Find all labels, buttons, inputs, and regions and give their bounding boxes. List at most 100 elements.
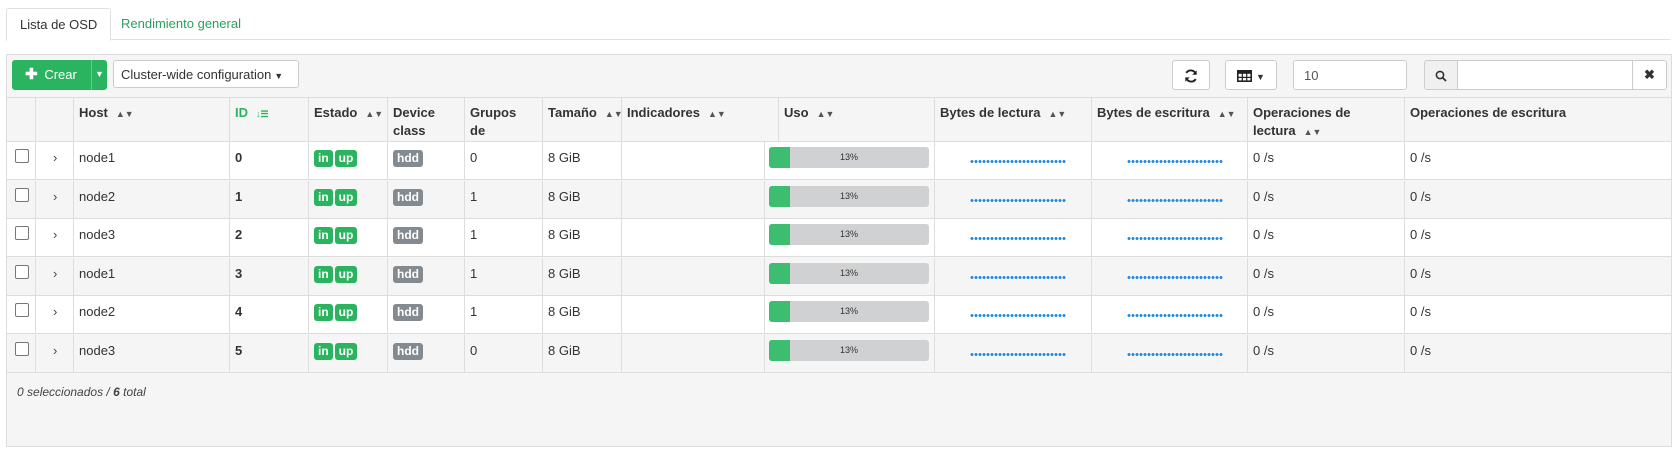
osd-table-panel: ✚ Crear ▼ Cluster-wide configuration ▼ ▼… bbox=[6, 54, 1672, 447]
cell-host: node2 bbox=[74, 296, 230, 334]
cell-pgs: 1 bbox=[465, 257, 543, 296]
cell-flags bbox=[622, 219, 765, 257]
cell-write-ops: 0 /s bbox=[1410, 227, 1431, 242]
columns-toggle-button[interactable]: ▼ bbox=[1225, 60, 1277, 90]
chevron-right-icon[interactable]: › bbox=[41, 150, 57, 165]
header-flags[interactable]: Indicadores ▲▼ bbox=[622, 98, 779, 143]
row-checkbox[interactable] bbox=[15, 341, 29, 356]
tab-osd-list[interactable]: Lista de OSD bbox=[6, 8, 112, 41]
cell-read-ops: 0 /s bbox=[1248, 219, 1405, 257]
table-row[interactable]: › node1 3 in up hdd 1 8 GiB 13% 0 /s 0 /s bbox=[7, 257, 1671, 296]
cell-usage: 13% bbox=[765, 180, 935, 219]
cell-read-ops: 0 /s bbox=[1248, 257, 1405, 296]
create-button-group: ✚ Crear ▼ bbox=[12, 60, 107, 90]
cell-usage: 13% bbox=[765, 257, 935, 296]
cell-usage: 13% bbox=[765, 219, 935, 257]
caret-down-icon: ▼ bbox=[95, 69, 104, 79]
row-checkbox[interactable] bbox=[15, 226, 29, 240]
usage-progress-label: 13% bbox=[839, 306, 858, 316]
cell-size: 8 GiB bbox=[543, 296, 622, 334]
status-badge-up: up bbox=[334, 304, 358, 321]
usage-progress-bar: 13% bbox=[769, 147, 929, 168]
row-checkbox[interactable] bbox=[15, 303, 29, 317]
device-class-badge: hdd bbox=[393, 227, 423, 244]
refresh-icon bbox=[1185, 69, 1197, 83]
row-expand-cell: › bbox=[36, 142, 74, 180]
selected-label: seleccionados / bbox=[27, 385, 110, 399]
cell-host: node3 bbox=[74, 219, 230, 257]
status-badge-up: up bbox=[334, 342, 358, 360]
device-class-badge: hdd bbox=[393, 304, 423, 321]
cell-state: in up bbox=[309, 334, 388, 373]
cell-write-ops: 0 /s bbox=[1410, 304, 1431, 319]
read-bytes-sparkline bbox=[970, 275, 1066, 279]
write-bytes-sparkline bbox=[1127, 352, 1223, 356]
usage-progress-label: 13% bbox=[839, 267, 858, 278]
row-checkbox[interactable] bbox=[15, 187, 29, 202]
header-usage[interactable]: Uso ▲▼ bbox=[779, 98, 935, 143]
device-class-badge: hdd bbox=[393, 188, 423, 206]
cell-device-class: hdd bbox=[388, 296, 465, 334]
header-host[interactable]: Host ▲▼ bbox=[74, 98, 230, 143]
chevron-right-icon[interactable]: › bbox=[41, 343, 57, 358]
sort-icon: ▲▼ bbox=[707, 109, 726, 119]
search-input[interactable] bbox=[1457, 60, 1633, 90]
table-columns-icon bbox=[1237, 70, 1253, 83]
table-row[interactable]: › node3 5 in up hdd 0 8 GiB 13% 0 /s 0 /s bbox=[7, 334, 1671, 373]
status-badge-in: in bbox=[314, 188, 333, 206]
header-write-bytes[interactable]: Bytes de escritura ▲▼ bbox=[1092, 98, 1248, 143]
clear-search-button[interactable]: ✖ bbox=[1632, 60, 1667, 90]
cell-read-bytes bbox=[935, 257, 1092, 296]
cell-device-class: hdd bbox=[388, 142, 465, 180]
row-checkbox[interactable] bbox=[15, 264, 29, 279]
table-row[interactable]: › node2 4 in up hdd 1 8 GiB 13% 0 /s 0 /s bbox=[7, 296, 1671, 334]
create-button-label: Crear bbox=[44, 67, 77, 82]
table-row[interactable]: › node3 2 in up hdd 1 8 GiB 13% 0 /s 0 /s bbox=[7, 219, 1671, 257]
read-bytes-sparkline bbox=[970, 314, 1066, 317]
total-count: 6 bbox=[113, 385, 120, 399]
row-expand-cell: › bbox=[36, 334, 74, 373]
chevron-right-icon[interactable]: › bbox=[41, 304, 57, 319]
cell-id: 3 bbox=[230, 257, 309, 296]
create-dropdown-toggle[interactable]: ▼ bbox=[92, 60, 107, 90]
cell-write-ops: 0 /s bbox=[1410, 342, 1431, 358]
cell-usage: 13% bbox=[765, 334, 935, 373]
status-badge-in: in bbox=[314, 227, 333, 244]
table-row[interactable]: › node2 1 in up hdd 1 8 GiB 13% 0 /s 0 /s bbox=[7, 180, 1671, 219]
header-read-ops[interactable]: Operaciones de lectura ▲▼ bbox=[1248, 98, 1405, 143]
cell-flags bbox=[622, 296, 765, 334]
page-size-input[interactable] bbox=[1293, 60, 1407, 90]
header-id[interactable]: ID ↓☰ bbox=[230, 98, 309, 143]
table-row[interactable]: › node1 0 in up hdd 0 8 GiB 13% 0 /s 0 /s bbox=[7, 142, 1671, 180]
cell-usage: 13% bbox=[765, 296, 935, 334]
cell-write-bytes bbox=[1092, 180, 1248, 219]
header-size[interactable]: Tamaño ▲▼ bbox=[543, 98, 623, 143]
header-state[interactable]: Estado ▲▼ bbox=[309, 98, 388, 143]
header-device-class[interactable]: Device class▲▼ bbox=[388, 98, 465, 155]
cell-size: 8 GiB bbox=[543, 180, 622, 219]
chevron-right-icon[interactable]: › bbox=[41, 189, 57, 204]
create-button[interactable]: ✚ Crear bbox=[12, 60, 90, 90]
sort-icon: ▲▼ bbox=[1048, 109, 1067, 119]
cell-read-ops: 0 /s bbox=[1248, 296, 1405, 334]
header-write-ops[interactable]: Operaciones de escritura bbox=[1405, 98, 1671, 143]
status-badge-up: up bbox=[334, 227, 358, 244]
chevron-right-icon[interactable]: › bbox=[41, 266, 57, 281]
header-pgs[interactable]: Grupos de colocación▲▼ bbox=[465, 98, 560, 156]
refresh-button[interactable] bbox=[1172, 60, 1210, 90]
row-checkbox[interactable] bbox=[15, 149, 29, 163]
header-read-bytes[interactable]: Bytes de lectura ▲▼ bbox=[935, 98, 1092, 143]
cell-size: 8 GiB bbox=[543, 334, 622, 373]
chevron-right-icon[interactable]: › bbox=[41, 227, 57, 242]
cell-size: 8 GiB bbox=[543, 219, 622, 257]
tab-overall-performance[interactable]: Rendimiento general bbox=[108, 8, 254, 39]
status-badge-in: in bbox=[314, 265, 333, 283]
cell-device-class: hdd bbox=[388, 219, 465, 257]
usage-progress-label: 13% bbox=[839, 190, 858, 201]
cell-host: node3 bbox=[74, 334, 230, 373]
cell-host: node2 bbox=[74, 180, 230, 219]
usage-progress-bar: 13% bbox=[769, 339, 929, 361]
cluster-config-dropdown[interactable]: Cluster-wide configuration ▼ bbox=[113, 60, 299, 88]
row-expand-cell: › bbox=[36, 180, 74, 219]
sort-icon: ▲▼ bbox=[816, 109, 835, 119]
